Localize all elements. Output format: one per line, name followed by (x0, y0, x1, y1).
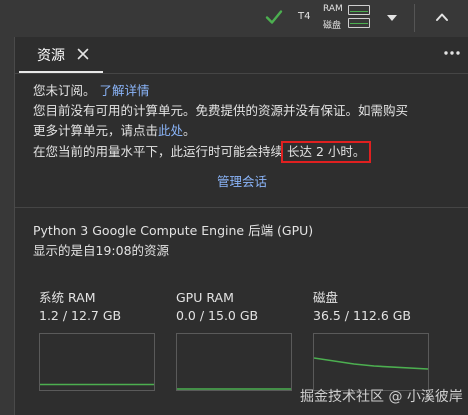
ram-label: RAM (323, 4, 343, 14)
disk-graph (313, 333, 429, 391)
backend-info: Python 3 Google Compute Engine 后端 (GPU) … (33, 221, 313, 261)
runtime-duration-line: 在您当前的用量水平下，此运行时可能会持续 长达 2 小时。 (33, 141, 463, 163)
buy-more-end: 。 (183, 123, 196, 138)
tab-resources-label: 资源 (37, 48, 65, 64)
duration-value: 长达 2 小时 (287, 144, 353, 159)
backend-title: Python 3 Google Compute Engine 后端 (GPU) (33, 223, 314, 238)
runtime-type-label: T4 (298, 11, 311, 22)
gpu-ram-metric: GPU RAM 0.0 / 15.0 GB (176, 289, 296, 391)
metric-title: 磁盘 (313, 290, 339, 305)
buy-more-text: 更多计算单元，请点击 (33, 123, 159, 138)
toolbar-divider (414, 4, 415, 32)
tab-divider (15, 73, 468, 74)
resources-panel: 资源 您未订阅。 了解详情 您目前没有可用的计算单元。免费提供的资源并没有保证。… (14, 37, 468, 415)
watermark: 掘金技术社区 @ 小溪彼岸 (300, 389, 463, 405)
runtime-status-bar[interactable]: T4 RAM 磁盘 (0, 0, 468, 35)
metric-value: 36.5 / 112.6 GB (313, 308, 412, 323)
disk-mini-meter (348, 18, 370, 28)
disk-metric: 磁盘 36.5 / 112.6 GB (313, 289, 433, 391)
subscription-line: 您未订阅。 了解详情 (33, 81, 463, 101)
check-icon (265, 10, 283, 24)
disk-label: 磁盘 (323, 21, 342, 31)
tab-resources[interactable]: 资源 (19, 37, 103, 73)
chevron-up-icon[interactable] (434, 9, 450, 25)
compute-units-text: 您目前没有可用的计算单元。免费提供的资源并没有保证。如需购买 (33, 103, 409, 118)
duration-highlight: 长达 2 小时。 (281, 141, 372, 163)
metric-title: GPU RAM (176, 290, 234, 305)
system-ram-graph (39, 333, 155, 391)
not-subscribed-text: 您未订阅。 (33, 83, 96, 98)
learn-more-link[interactable]: 了解详情 (100, 83, 150, 98)
usage-line (314, 357, 428, 370)
metric-value: 1.2 / 12.7 GB (39, 308, 122, 323)
gpu-ram-graph (176, 333, 292, 391)
metric-value: 0.0 / 15.0 GB (176, 308, 259, 323)
ram-mini-meter (348, 5, 370, 15)
backend-since: 显示的是自19:08的资源 (33, 243, 170, 258)
manage-sessions-link[interactable]: 管理会话 (15, 171, 468, 190)
chevron-down-icon[interactable] (385, 11, 399, 25)
runtime-duration-text: 在您当前的用量水平下，此运行时可能会持续 (33, 144, 284, 159)
system-ram-metric: 系统 RAM 1.2 / 12.7 GB (39, 289, 159, 391)
section-divider (15, 207, 468, 208)
more-horiz-icon[interactable] (443, 50, 461, 56)
buy-here-link[interactable]: 此处 (158, 123, 183, 138)
buy-more-line: 更多计算单元，请点击此处。 (33, 121, 463, 141)
metric-title: 系统 RAM (39, 290, 96, 305)
close-icon[interactable] (77, 48, 89, 60)
subscription-info: 您未订阅。 了解详情 您目前没有可用的计算单元。免费提供的资源并没有保证。如需购… (33, 81, 463, 163)
duration-end: 。 (352, 144, 366, 159)
